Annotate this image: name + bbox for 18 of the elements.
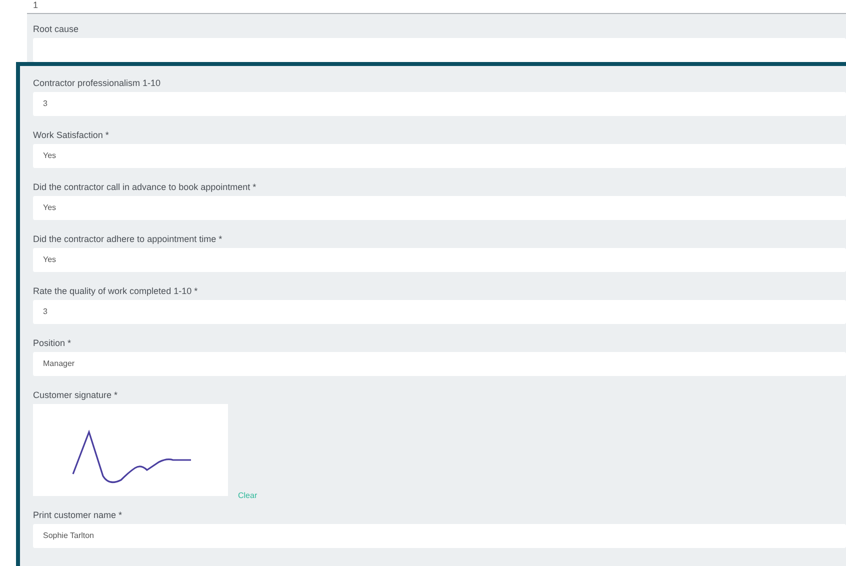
field-label: Customer signature *	[33, 389, 118, 402]
input-field[interactable]: Sophie Tarlton	[33, 524, 846, 548]
input-field[interactable]: Yes	[33, 248, 846, 272]
field-label: Print customer name *	[33, 509, 122, 522]
field-label: Work Satisfaction *	[33, 129, 109, 142]
field-label: Did the contractor call in advance to book appointment *	[33, 181, 256, 194]
field-label: Root cause	[33, 23, 79, 36]
field-label: Contractor professionalism 1-10	[33, 77, 161, 90]
field-label: Did the contractor adhere to appointment time *	[33, 233, 222, 246]
field-label: Position *	[33, 337, 72, 350]
input-field[interactable]: Yes	[33, 144, 846, 168]
input-field[interactable]: 1	[27, 0, 846, 14]
input-field[interactable]: Manager	[33, 352, 846, 376]
input-field[interactable]: 3	[33, 92, 846, 116]
signature-pad[interactable]	[33, 404, 228, 496]
input-field[interactable]: 3	[33, 300, 846, 324]
field-label: Rate the quality of work completed 1-10 *	[33, 285, 198, 298]
input-field[interactable]: Yes	[33, 196, 846, 220]
